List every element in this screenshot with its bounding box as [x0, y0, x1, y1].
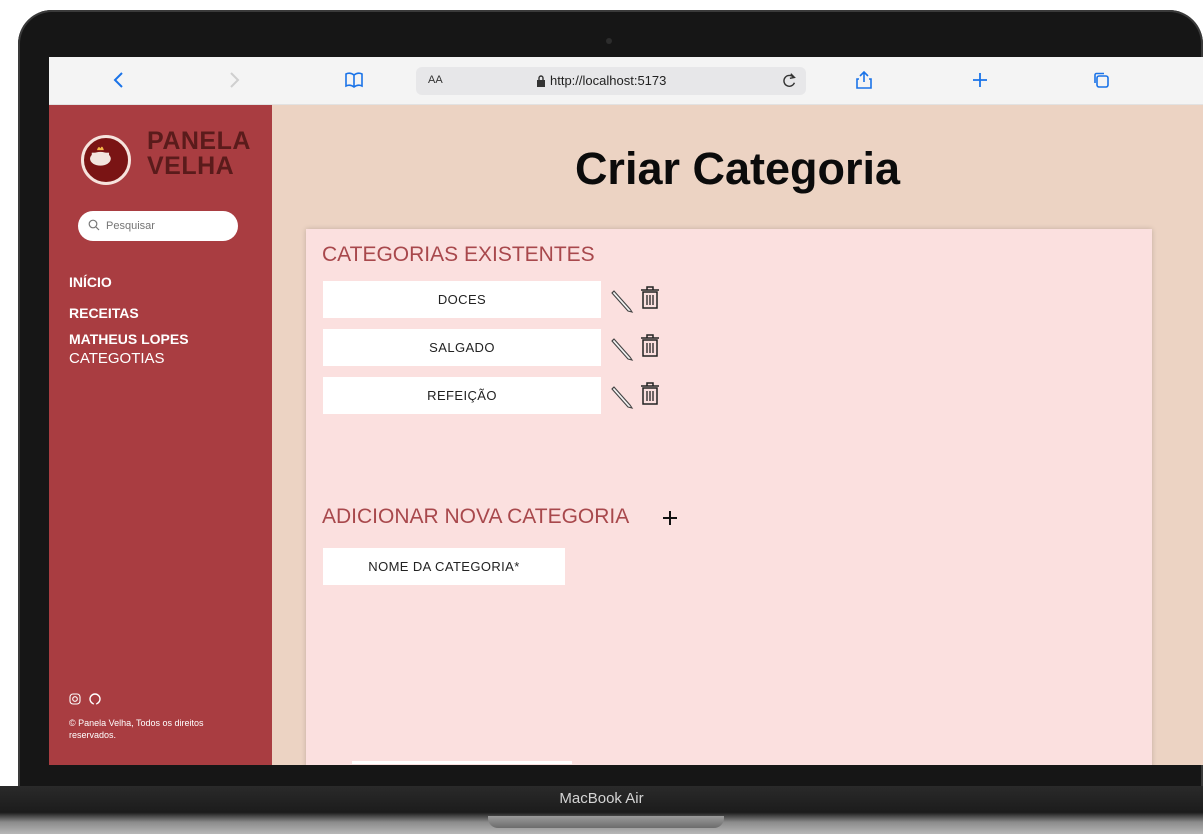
logo-pot-icon — [81, 135, 131, 185]
brand-line-1: PANELA — [147, 127, 251, 155]
forward-icon — [230, 72, 240, 88]
edit-pencil-icon[interactable] — [610, 383, 634, 409]
brand-name: PANELA VELHA — [147, 129, 251, 179]
pot-icon — [90, 146, 111, 166]
github-icon[interactable] — [89, 693, 101, 705]
edit-pencil-icon[interactable] — [610, 335, 634, 361]
delete-trash-icon[interactable] — [639, 284, 661, 310]
brand-line-2: VELHA — [147, 152, 235, 180]
share-button[interactable] — [849, 65, 879, 95]
browser-toolbar: AA http://localhost:5173 — [49, 57, 1203, 105]
page-title: Criar Categoria — [574, 143, 901, 194]
tabs-button[interactable] — [1086, 65, 1116, 95]
device-label: MacBook Air — [559, 790, 644, 807]
existing-categories-title: CATEGORIAS EXISTENTES — [322, 243, 595, 266]
nav-item-receitas[interactable]: RECEITAS — [69, 298, 189, 329]
delete-trash-icon[interactable] — [639, 332, 661, 358]
delete-trash-icon[interactable] — [639, 380, 661, 406]
url-display: http://localhost:5173 — [536, 73, 666, 88]
new-category-input[interactable] — [323, 548, 565, 585]
copyright-text: © Panela Velha, Todos os direitos reserv… — [69, 718, 204, 740]
plus-icon[interactable] — [660, 508, 680, 528]
tabs-icon — [1094, 72, 1109, 88]
social-links — [69, 693, 101, 705]
search-input[interactable] — [78, 211, 238, 241]
nav-item-inicio[interactable]: INÍCIO — [69, 267, 189, 298]
screen: AA http://localhost:5173 PANELA VELHA Pe… — [49, 57, 1203, 765]
url-text: http://localhost:5173 — [550, 73, 667, 88]
edit-pencil-icon[interactable] — [610, 287, 634, 313]
new-tab-button[interactable] — [965, 65, 995, 95]
cropped-content — [352, 761, 572, 764]
camera — [606, 38, 612, 44]
add-category-title: ADICIONAR NOVA CATEGORIA — [322, 505, 630, 528]
address-bar[interactable]: AA http://localhost:5173 — [416, 67, 806, 95]
nav-item-categorias[interactable]: CATEGOTIAS — [69, 349, 189, 369]
text-size-button[interactable]: AA — [428, 74, 443, 86]
forward-button[interactable] — [219, 65, 249, 95]
lock-icon — [537, 74, 545, 87]
reload-icon[interactable] — [780, 72, 798, 90]
category-name: SALGADO — [323, 329, 601, 366]
sidebar: PANELA VELHA INÍCIO RECEITAS MATHEUS LOP… — [49, 105, 272, 765]
back-icon — [113, 72, 123, 88]
bookmarks-icon — [345, 72, 363, 88]
category-card: CATEGORIAS EXISTENTES DOCES SALGADO REFE… — [306, 229, 1152, 765]
instagram-icon[interactable] — [69, 693, 81, 705]
new-tab-icon — [973, 73, 987, 87]
search-icon — [88, 219, 100, 231]
sidebar-nav: INÍCIO RECEITAS MATHEUS LOPES CATEGOTIAS — [69, 267, 189, 369]
category-name: DOCES — [323, 281, 601, 318]
share-icon — [856, 70, 872, 89]
back-button[interactable] — [104, 65, 134, 95]
bookmarks-button[interactable] — [339, 65, 369, 95]
category-name: REFEIÇÃO — [323, 377, 601, 414]
laptop-hinge — [488, 816, 724, 828]
nav-item-user[interactable]: MATHEUS LOPES — [69, 329, 189, 349]
